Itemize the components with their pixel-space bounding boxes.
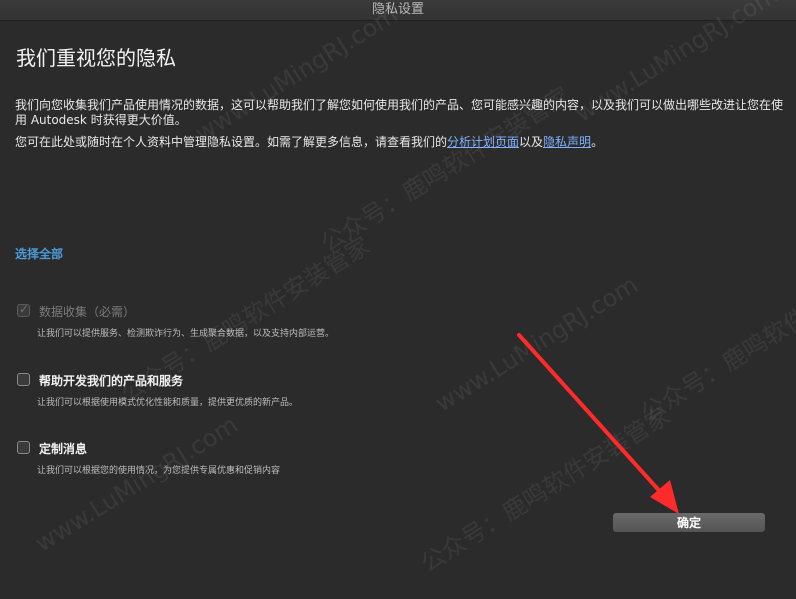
intro-paragraph-suffix: 。 [591,135,604,149]
intro-paragraph: 我们向您收集我们产品使用情况的数据，这可以帮助我们了解您如何使用我们的产品、您可… [15,98,784,127]
intro-paragraph-prefix: 您可在此处或随时在个人资料中管理隐私设置。如需了解更多信息，请查看我们的 [15,135,448,149]
custom-messages-label[interactable]: 定制消息 [39,440,87,457]
window-titlebar[interactable]: 隐私设置 [0,0,796,21]
data-collection-checkbox: ✓ [17,302,30,317]
window-title: 隐私设置 [371,2,424,17]
watermark-text: 公众号：鹿鸣软件安装管家 [635,251,796,428]
select-all-link[interactable]: 选择全部 [15,245,63,262]
watermark-text: www.LuMingRJ.com [430,270,643,418]
intro-paragraph-links: 您可在此处或随时在个人资料中管理隐私设置。如需了解更多信息，请查看我们的分析计划… [15,135,785,150]
ok-button[interactable]: 确定 [612,512,766,533]
watermark-text: 公众号：鹿鸣软件安装管家 [415,401,675,578]
page-heading: 我们重视您的隐私 [16,46,176,70]
data-collection-label: 数据收集（必需） [39,305,136,319]
arrow-shaft [517,333,666,498]
watermark-text: www.LuMingRJ.com [30,410,243,558]
custom-messages-checkbox[interactable] [17,441,30,454]
data-collection-description: 让我们可以提供服务、检测欺诈行为、生成聚合数据，以及支持内部运营。 [37,329,335,339]
product-development-checkbox[interactable] [17,373,30,386]
custom-messages-description: 让我们可以根据您的使用情况，为您提供专属优惠和促销内容 [37,466,281,476]
checkmark-icon: ✓ [19,302,30,316]
privacy-settings-window: 隐私设置 我们重视您的隐私 我们向您收集我们产品使用情况的数据，这可以帮助我们了… [0,0,796,599]
arrow-head [650,480,679,514]
analytics-program-link[interactable]: 分析计划页面 [447,135,519,149]
product-development-description: 让我们可以根据使用模式优化性能和质量，提供更优质的新产品。 [37,398,299,408]
privacy-statement-link[interactable]: 隐私声明 [543,135,591,149]
intro-paragraph-middle: 以及 [519,135,544,149]
product-development-label[interactable]: 帮助开发我们的产品和服务 [39,372,183,389]
annotation-arrow [517,333,679,514]
